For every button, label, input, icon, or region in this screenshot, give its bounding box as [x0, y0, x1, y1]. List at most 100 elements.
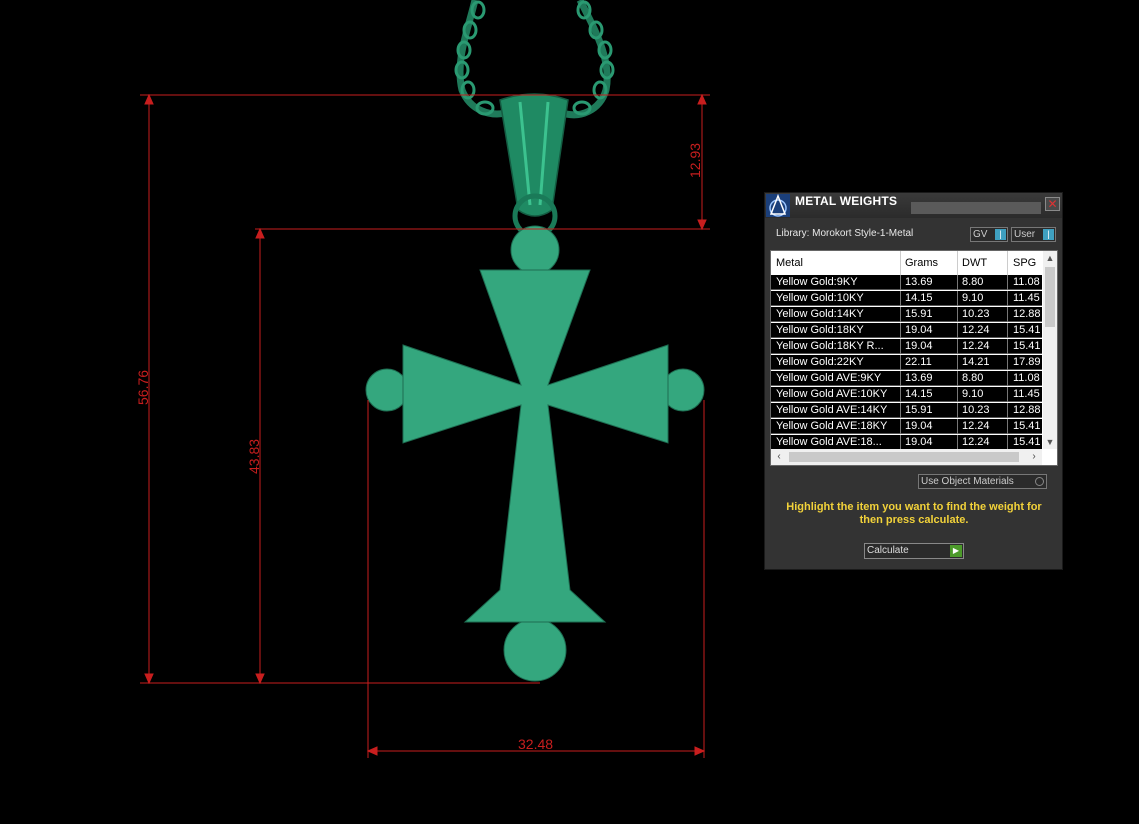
panel-titlebar[interactable]: METAL WEIGHTS ✕ — [765, 193, 1062, 218]
scroll-up-icon[interactable]: ▲ — [1043, 251, 1057, 265]
cell-grams: 19.04 — [905, 324, 933, 336]
cell-spg: 15.41 — [1013, 324, 1041, 336]
cell-grams: 22.11 — [905, 356, 932, 368]
cell-spg: 15.41 — [1013, 340, 1041, 352]
table-row[interactable]: Yellow Gold AVE:14KY 15.91 10.23 12.88 — [771, 403, 1042, 418]
cell-divider — [900, 371, 901, 386]
close-button[interactable]: ✕ — [1045, 197, 1060, 211]
cell-metal: Yellow Gold:9KY — [776, 276, 858, 288]
cell-divider — [1007, 387, 1008, 402]
table-header: Metal Grams DWT SPG — [771, 251, 1042, 275]
use-object-materials-option[interactable]: Use Object Materials — [918, 474, 1047, 489]
dim-inner-height: 43.83 — [246, 439, 262, 474]
radio-icon — [1035, 477, 1044, 486]
cell-spg: 12.88 — [1013, 308, 1041, 320]
cell-dwt: 10.23 — [962, 404, 990, 416]
toggle-knob-icon: | — [1043, 229, 1054, 240]
h-scroll-thumb[interactable] — [789, 452, 1019, 462]
cell-dwt: 9.10 — [962, 388, 984, 400]
table-row[interactable]: Yellow Gold:10KY 14.15 9.10 11.45 — [771, 291, 1042, 306]
cell-grams: 19.04 — [905, 420, 933, 432]
gv-toggle[interactable]: GV | — [970, 227, 1008, 242]
cell-spg: 11.08 — [1013, 372, 1040, 384]
scroll-down-icon[interactable]: ▼ — [1043, 435, 1057, 449]
cell-divider — [900, 291, 901, 306]
dim-total-height: 56.76 — [135, 370, 151, 405]
cell-divider — [957, 419, 958, 434]
cell-divider — [900, 387, 901, 402]
cell-divider — [1007, 371, 1008, 386]
toggle-knob-icon: | — [995, 229, 1006, 240]
table-row[interactable]: Yellow Gold:18KY R... 19.04 12.24 15.41 — [771, 339, 1042, 354]
table-row[interactable]: Yellow Gold:14KY 15.91 10.23 12.88 — [771, 307, 1042, 322]
cell-divider — [957, 403, 958, 418]
cell-divider — [957, 291, 958, 306]
cell-divider — [1007, 435, 1008, 450]
metal-weights-panel: METAL WEIGHTS ✕ Library: Morokort Style-… — [764, 192, 1063, 570]
column-header-spg[interactable]: SPG — [1013, 257, 1036, 269]
column-header-metal[interactable]: Metal — [776, 257, 803, 269]
cell-divider — [1007, 419, 1008, 434]
cell-metal: Yellow Gold:22KY — [776, 356, 864, 368]
cell-divider — [900, 435, 901, 450]
cell-grams: 14.15 — [905, 292, 933, 304]
table-row[interactable]: Yellow Gold:22KY 22.11 14.21 17.89 — [771, 355, 1042, 370]
calculate-button[interactable]: Calculate ▶ — [864, 543, 964, 559]
cell-divider — [957, 387, 958, 402]
cell-divider — [1007, 355, 1008, 370]
play-arrow-icon: ▶ — [950, 545, 962, 557]
cell-divider — [957, 435, 958, 450]
vertical-scrollbar[interactable]: ▲ ▼ — [1043, 251, 1057, 449]
cell-metal: Yellow Gold AVE:18... — [776, 436, 882, 448]
use-object-materials-label: Use Object Materials — [921, 476, 1014, 487]
panel-title: METAL WEIGHTS — [795, 194, 898, 208]
cell-metal: Yellow Gold AVE:14KY — [776, 404, 888, 416]
table-row[interactable]: Yellow Gold:9KY 13.69 8.80 11.08 — [771, 275, 1042, 290]
cell-metal: Yellow Gold:14KY — [776, 308, 864, 320]
titlebar-fill — [911, 202, 1041, 214]
scroll-right-icon[interactable]: › — [1026, 449, 1042, 465]
column-header-dwt[interactable]: DWT — [962, 257, 987, 269]
cell-grams: 15.91 — [905, 308, 933, 320]
cell-dwt: 14.21 — [962, 356, 990, 368]
scroll-thumb[interactable] — [1045, 267, 1055, 327]
cell-spg: 11.45 — [1013, 292, 1040, 304]
cell-divider — [900, 419, 901, 434]
cell-grams: 19.04 — [905, 340, 933, 352]
cell-dwt: 12.24 — [962, 340, 990, 352]
table-row[interactable]: Yellow Gold AVE:10KY 14.15 9.10 11.45 — [771, 387, 1042, 402]
table-row[interactable]: Yellow Gold AVE:18KY 19.04 12.24 15.41 — [771, 419, 1042, 434]
table-row[interactable]: Yellow Gold AVE:18... 19.04 12.24 15.41 — [771, 435, 1042, 450]
dimension-labels: 56.76 43.83 12.93 32.48 — [135, 143, 703, 752]
cell-spg: 17.89 — [1013, 356, 1041, 368]
cell-divider — [1007, 339, 1008, 354]
cell-grams: 19.04 — [905, 436, 933, 448]
cell-divider — [900, 323, 901, 338]
cell-divider — [900, 339, 901, 354]
horizontal-scrollbar[interactable]: ‹ › — [771, 449, 1042, 465]
cell-divider — [957, 339, 958, 354]
cell-spg: 12.88 — [1013, 404, 1041, 416]
cell-divider — [1007, 403, 1008, 418]
table-row[interactable]: Yellow Gold AVE:9KY 13.69 8.80 11.08 — [771, 371, 1042, 386]
cell-divider — [957, 275, 958, 290]
cell-metal: Yellow Gold AVE:18KY — [776, 420, 888, 432]
column-header-grams[interactable]: Grams — [905, 257, 938, 269]
cell-metal: Yellow Gold:18KY — [776, 324, 864, 336]
metal-table[interactable]: Metal Grams DWT SPG Yellow Gold:9KY 13.69… — [770, 250, 1058, 466]
cell-divider — [900, 275, 901, 290]
cell-divider — [900, 355, 901, 370]
user-toggle[interactable]: User | — [1011, 227, 1056, 242]
cell-divider — [957, 307, 958, 322]
app-logo-icon — [766, 194, 790, 217]
cell-grams: 14.15 — [905, 388, 933, 400]
cell-dwt: 8.80 — [962, 276, 984, 288]
cell-divider — [957, 371, 958, 386]
cell-grams: 13.69 — [905, 372, 933, 384]
cell-divider — [957, 355, 958, 370]
cell-spg: 11.08 — [1013, 276, 1040, 288]
scroll-left-icon[interactable]: ‹ — [771, 449, 787, 465]
table-row[interactable]: Yellow Gold:18KY 19.04 12.24 15.41 — [771, 323, 1042, 338]
instructions-text: Highlight the item you want to find the … — [786, 501, 1042, 526]
cell-spg: 11.45 — [1013, 388, 1040, 400]
